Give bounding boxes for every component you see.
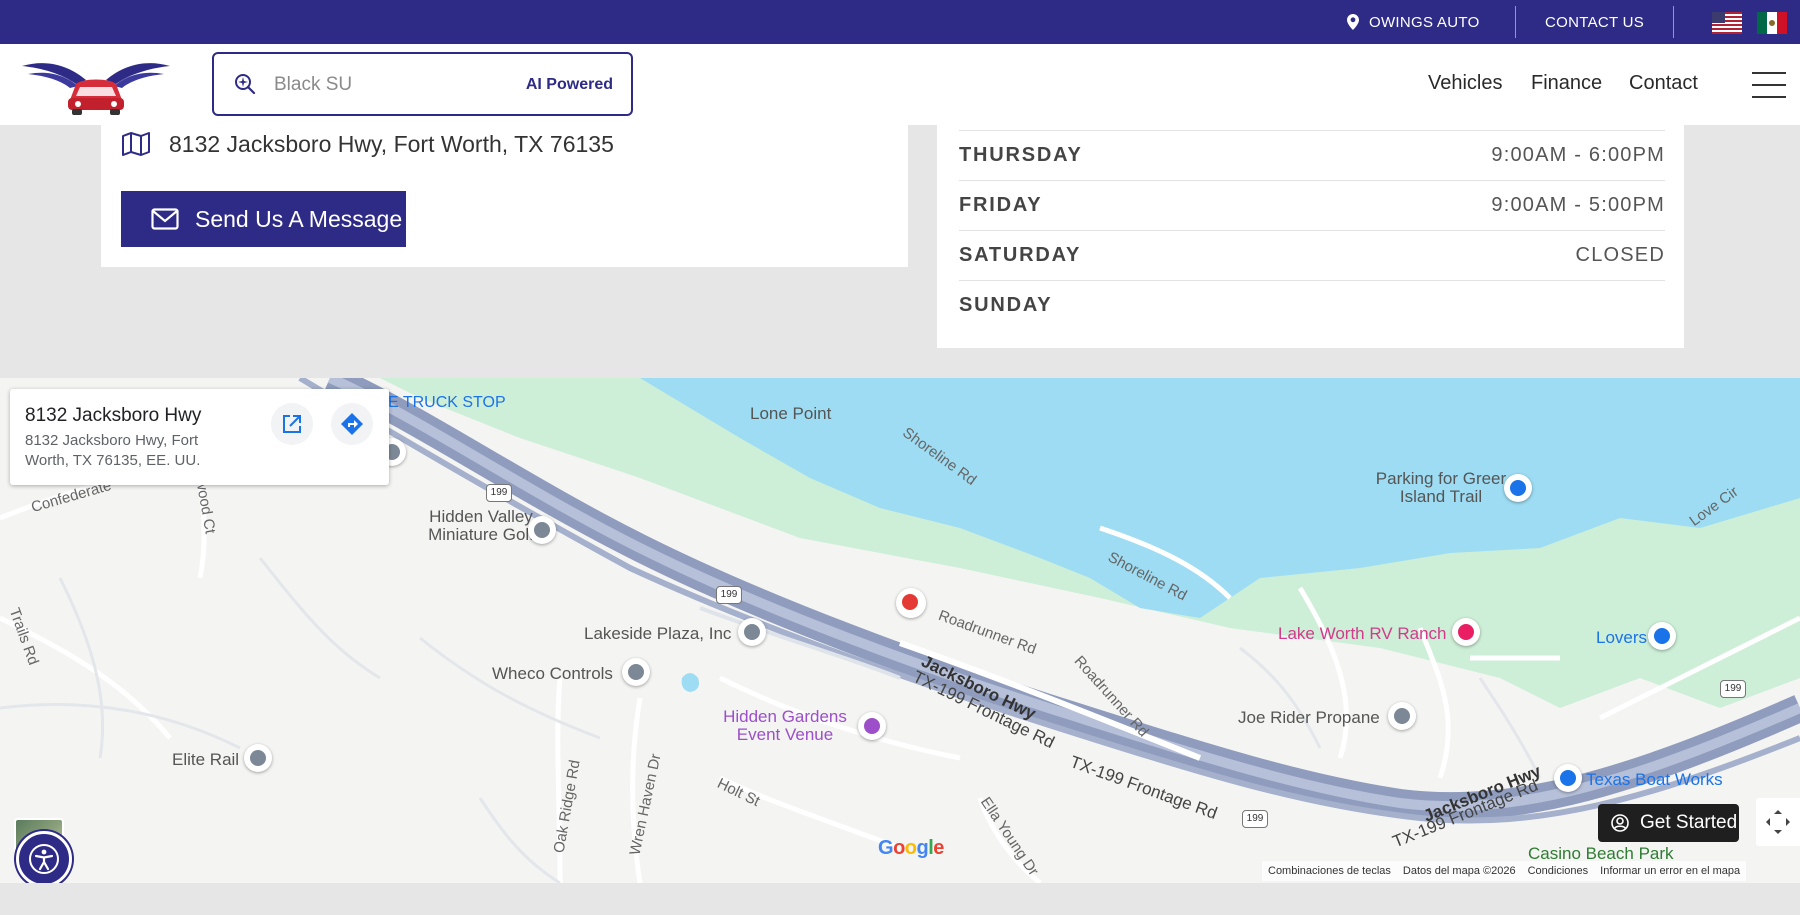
send-message-label: Send Us A Message (195, 205, 403, 232)
ai-search-icon (235, 74, 256, 95)
hours-row: SUNDAY (959, 280, 1665, 330)
map-pin-icon[interactable] (738, 618, 766, 646)
map-pin-icon[interactable] (1648, 622, 1676, 650)
location-link[interactable]: OWINGS AUTO (1347, 0, 1480, 44)
parking-pin-icon[interactable] (1504, 474, 1532, 502)
divider (1515, 6, 1516, 38)
divider (1673, 6, 1674, 38)
map-label: Lakeside Plaza, Inc (584, 624, 732, 643)
ai-powered-label: AI Powered (525, 76, 613, 93)
terms-link[interactable]: Condiciones (1528, 865, 1589, 877)
main-header: AI Powered Vehicles Finance Contact (0, 44, 1800, 125)
hours-card: THURSDAY 9:00AM - 6:00PM FRIDAY 9:00AM -… (937, 125, 1684, 348)
open-external-button[interactable] (271, 403, 313, 445)
route-shield: 199 (716, 586, 742, 604)
map-label: Joe Rider Propane (1238, 708, 1380, 727)
envelope-icon (151, 208, 179, 230)
location-label: OWINGS AUTO (1369, 13, 1480, 31)
nav-finance[interactable]: Finance (1531, 72, 1602, 95)
search-input[interactable] (274, 70, 514, 100)
hours-row: THURSDAY 9:00AM - 6:00PM (959, 130, 1665, 180)
contact-us-label: CONTACT US (1545, 13, 1645, 31)
contact-card: 8132 Jacksboro Hwy, Fort Worth, TX 76135… (101, 125, 908, 267)
top-bar: OWINGS AUTO CONTACT US (0, 0, 1800, 44)
map-pin-icon[interactable] (528, 516, 556, 544)
map-pin-icon[interactable] (1388, 702, 1416, 730)
contact-us-link[interactable]: CONTACT US (1545, 0, 1644, 44)
fullscreen-button[interactable] (1756, 798, 1800, 846)
map-label: Lone Point (750, 404, 832, 423)
place-info-card: 8132 Jacksboro Hwy 8132 Jacksboro Hwy, F… (10, 389, 389, 485)
accessibility-button[interactable] (16, 831, 72, 883)
get-started-button[interactable]: Get Started (1598, 804, 1739, 842)
route-shield: 199 (1720, 680, 1746, 698)
map-pin-icon[interactable] (1554, 764, 1582, 792)
directions-icon (341, 413, 363, 435)
hours-day: FRIDAY (959, 194, 1043, 216)
place-title: 8132 Jacksboro Hwy (25, 405, 202, 426)
map-pin-icon[interactable] (1452, 618, 1480, 646)
map-label: Texas Boat Works (1586, 770, 1723, 789)
location-marker-icon[interactable] (896, 588, 926, 618)
map-label: Lake Worth RV Ranch (1278, 624, 1447, 643)
hours-row: SATURDAY CLOSED (959, 230, 1665, 280)
get-started-label: Get Started (1640, 812, 1738, 833)
send-message-button[interactable]: Send Us A Message (121, 191, 406, 247)
map-label: E TRUCK STOP (388, 394, 506, 411)
hours-row: FRIDAY 9:00AM - 5:00PM (959, 180, 1665, 230)
map-pin-icon[interactable] (244, 744, 272, 772)
map-label: Parking for Greer Island Trail (1375, 469, 1507, 506)
map-footer: Combinaciones de teclas Datos del mapa ©… (1262, 861, 1747, 881)
place-address: 8132 Jacksboro Hwy, Fort Worth, TX 76135… (25, 432, 201, 469)
accessibility-icon (29, 844, 59, 874)
map-label: Elite Rail (172, 750, 240, 769)
hours-time: 9:00AM - 5:00PM (1491, 194, 1665, 216)
map-label: Wheco Controls (492, 664, 613, 683)
report-error-link[interactable]: Informar un error en el mapa (1600, 865, 1740, 877)
map-pin-icon[interactable] (858, 712, 886, 740)
map-label: Hidden Gardens Event Venue (723, 707, 847, 744)
external-link-icon (283, 415, 301, 433)
map-icon (122, 132, 150, 156)
nav-vehicles[interactable]: Vehicles (1428, 72, 1503, 95)
keyboard-shortcuts-link[interactable]: Combinaciones de teclas (1268, 865, 1391, 877)
route-shield: 199 (1242, 810, 1268, 828)
map-pin-icon (1347, 14, 1359, 30)
us-flag-icon[interactable] (1712, 12, 1742, 34)
hours-time: CLOSED (1575, 244, 1665, 266)
google-logo: Google (878, 837, 944, 859)
hours-time: 9:00AM - 6:00PM (1491, 144, 1665, 166)
google-map[interactable]: E TRUCK STOP Lone Point Shoreline Rd Par… (0, 378, 1800, 883)
address-row: 8132 Jacksboro Hwy, Fort Worth, TX 76135 (121, 125, 614, 163)
map-data-credit: Datos del mapa ©2026 (1402, 865, 1516, 877)
user-icon (1611, 814, 1629, 832)
address-text: 8132 Jacksboro Hwy, Fort Worth, TX 76135 (169, 130, 614, 157)
map-pin-icon[interactable] (622, 658, 650, 686)
hours-day: SUNDAY (959, 294, 1053, 316)
hamburger-menu-icon[interactable] (1752, 72, 1788, 98)
hours-day: THURSDAY (959, 144, 1083, 166)
hours-day: SATURDAY (959, 244, 1082, 266)
directions-button[interactable] (331, 403, 373, 445)
map-label: Lovers (1596, 628, 1648, 647)
fullscreen-icon (1766, 810, 1790, 834)
search-box: AI Powered (212, 52, 633, 116)
nav-contact[interactable]: Contact (1629, 72, 1698, 95)
route-shield: 199 (486, 484, 512, 502)
site-logo[interactable] (20, 54, 172, 116)
mx-flag-icon[interactable] (1757, 12, 1787, 34)
